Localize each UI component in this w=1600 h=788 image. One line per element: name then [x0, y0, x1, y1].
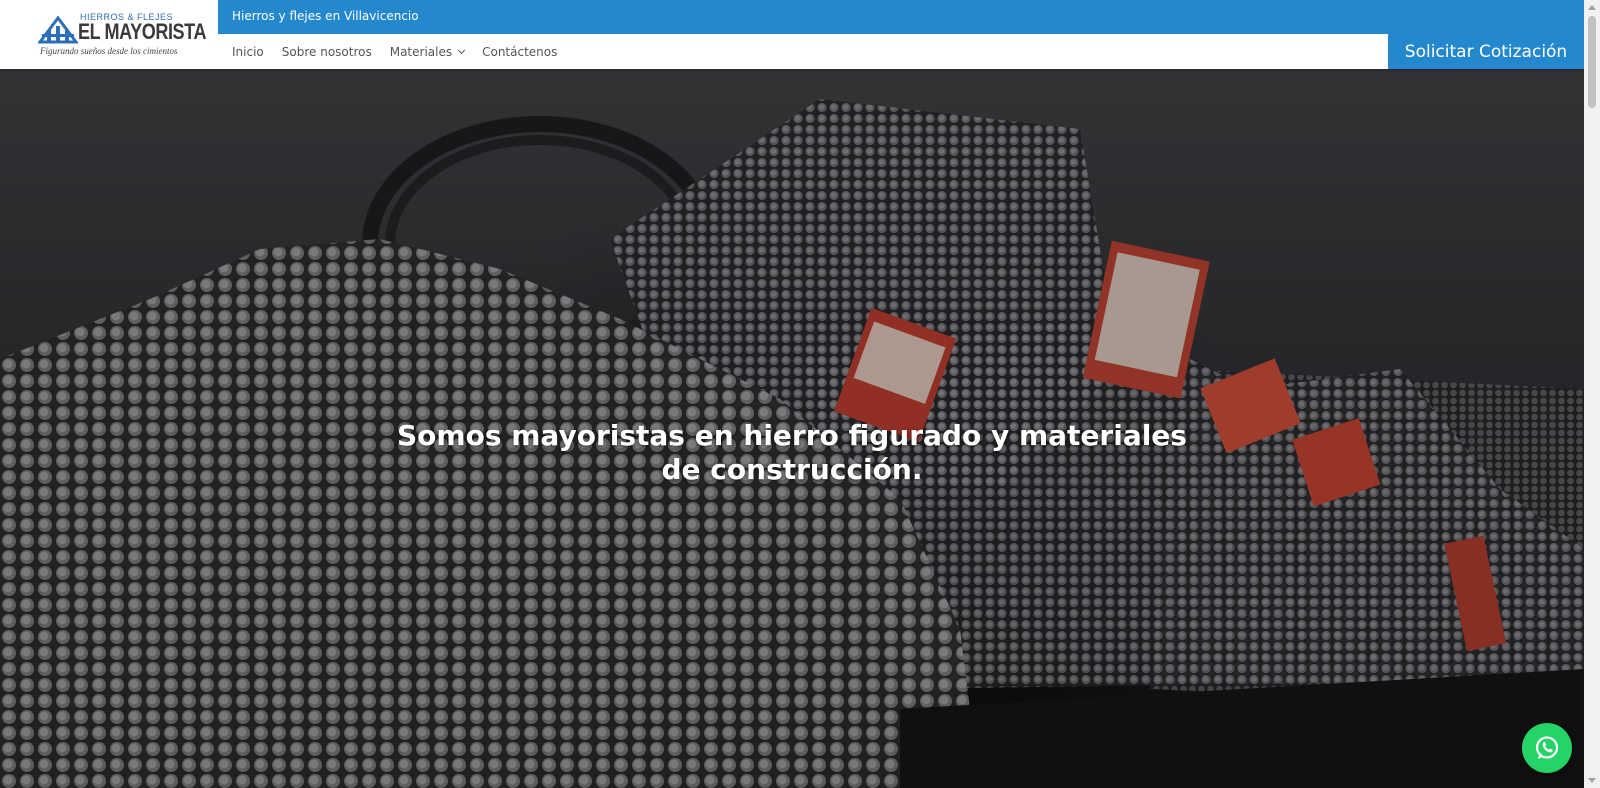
nav-item-sobre-nosotros[interactable]: Sobre nosotros	[282, 45, 372, 59]
site-logo[interactable]: HIERROS & FLEJES EL MAYORISTA Figurando …	[0, 0, 218, 69]
whatsapp-button[interactable]	[1522, 723, 1572, 773]
scrollbar-thumb[interactable]	[1588, 16, 1596, 108]
nav-item-materiales[interactable]: Materiales	[389, 44, 466, 59]
logo-tagline: Figurando sueños desde los cimientos	[40, 46, 178, 56]
hero-title: Somos mayoristas en hierro figurado y ma…	[397, 419, 1187, 486]
page-scrollbar[interactable]	[1584, 0, 1600, 788]
logo-line-2: EL MAYORISTA	[78, 19, 207, 44]
top-bar: Hierros y flejes en Villavicencio	[218, 0, 1584, 34]
nav-item-label: Contáctenos	[482, 44, 558, 59]
chevron-down-icon	[458, 46, 466, 54]
whatsapp-icon	[1535, 736, 1559, 759]
main-nav: Inicio Sobre nosotros Materiales Contáct…	[218, 34, 575, 69]
scroll-down-arrow-icon[interactable]	[1588, 778, 1596, 783]
site-header: HIERROS & FLEJES EL MAYORISTA Figurando …	[0, 0, 1584, 69]
nav-item-inicio[interactable]: Inicio	[232, 45, 264, 59]
nav-item-label: Inicio	[232, 44, 264, 59]
nav-item-contactenos[interactable]: Contáctenos	[482, 45, 557, 59]
scroll-up-arrow-icon[interactable]	[1588, 5, 1596, 10]
logo-mark-icon	[38, 15, 78, 44]
hero-section: Somos mayoristas en hierro figurado y ma…	[0, 69, 1584, 788]
request-quote-label: Solicitar Cotización	[1404, 41, 1568, 62]
top-bar-text: Hierros y flejes en Villavicencio	[232, 9, 419, 23]
request-quote-button[interactable]: Solicitar Cotización	[1388, 34, 1584, 69]
nav-item-label: Materiales	[389, 44, 453, 59]
nav-item-label: Sobre nosotros	[281, 44, 372, 59]
